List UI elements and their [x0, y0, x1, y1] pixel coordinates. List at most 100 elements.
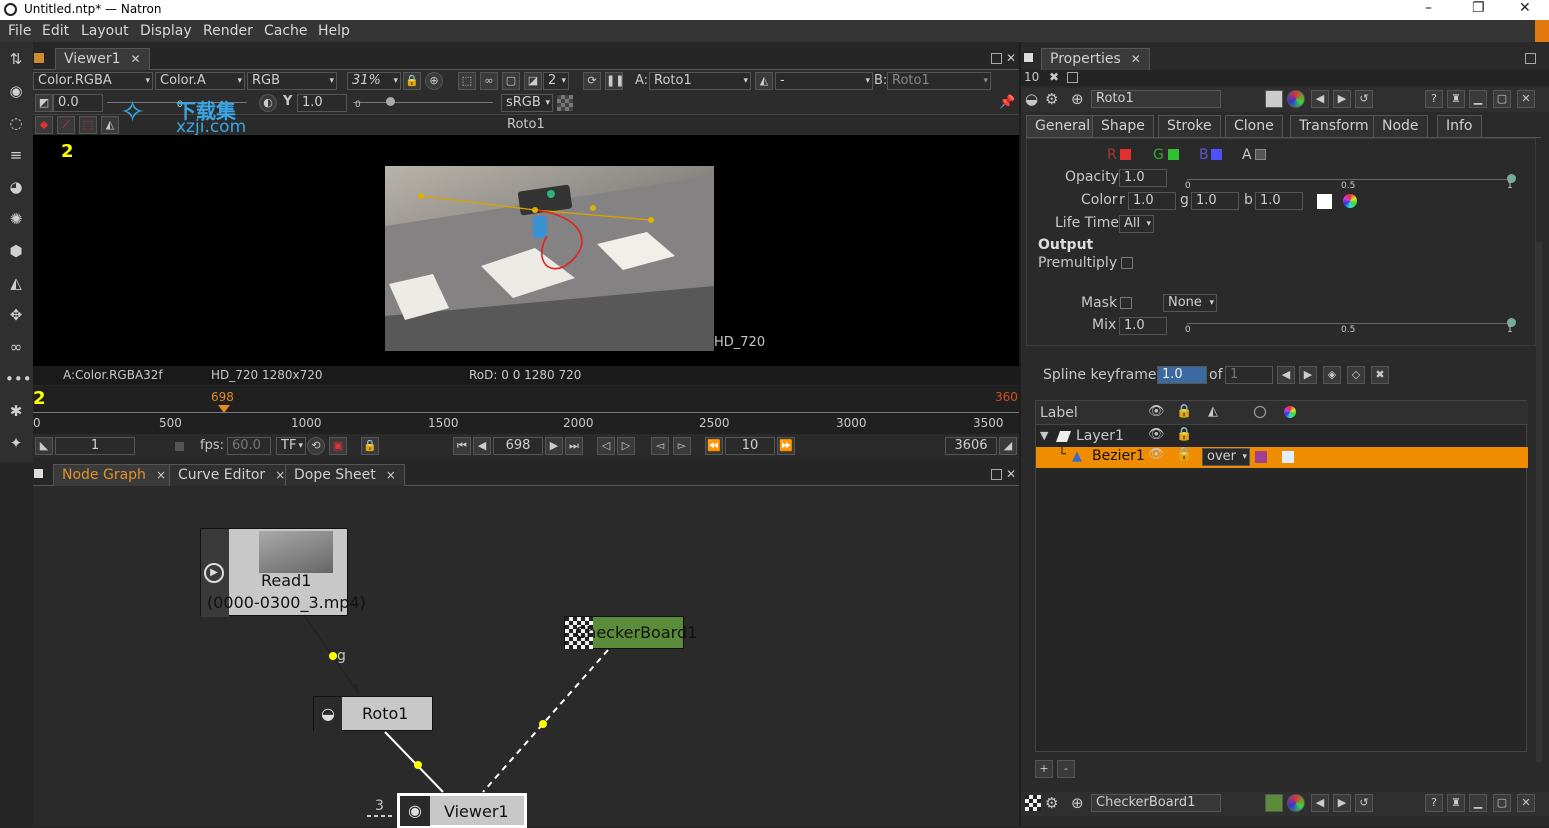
settings-icon[interactable]: ⚙: [1045, 90, 1058, 108]
close-button[interactable]: ✕: [1519, 0, 1531, 16]
fps-toggle[interactable]: [175, 442, 184, 451]
center-node-icon[interactable]: ⊕: [1071, 794, 1084, 812]
float-pane-icon[interactable]: [991, 469, 1002, 480]
read-node[interactable]: ▶ Read1 (0000-0300_3.mp4): [200, 528, 366, 617]
float-panel-icon[interactable]: ▢: [1493, 794, 1511, 812]
opacity-field[interactable]: 1.0: [1119, 169, 1167, 187]
set-out-point-icon[interactable]: ◢: [999, 437, 1017, 455]
merge-tool-icon[interactable]: ◭: [5, 272, 27, 294]
lock-icon[interactable]: 🔒: [1176, 447, 1192, 462]
increment-field[interactable]: 10: [725, 437, 775, 455]
float-pane-icon[interactable]: [991, 53, 1002, 64]
viewer-canvas[interactable]: 2 HD_720: [33, 135, 1019, 385]
clip-to-project-icon[interactable]: ⬚: [458, 72, 476, 90]
zoom-select[interactable]: 31%: [347, 72, 401, 90]
composite-mode-icon[interactable]: ◭: [755, 72, 773, 90]
restore-defaults-icon[interactable]: ↺: [1355, 794, 1373, 812]
float-panel-icon[interactable]: ▢: [1493, 90, 1511, 108]
undo-icon[interactable]: ◀: [1311, 794, 1329, 812]
pane-menu-icon[interactable]: [1023, 52, 1034, 63]
minimize-panel-icon[interactable]: ▁: [1469, 794, 1487, 812]
float-pane-icon[interactable]: [1525, 53, 1536, 64]
sync-lock-icon[interactable]: 🔒: [403, 72, 421, 90]
render-scale-icon[interactable]: ◪: [524, 72, 542, 90]
undo-icon[interactable]: ◀: [1311, 90, 1329, 108]
bezier-row[interactable]: └ ▲ Bezier1 👁 🔒 over: [1036, 447, 1528, 468]
menu-display[interactable]: Display: [140, 23, 192, 39]
playback-mode-select[interactable]: TF: [276, 437, 306, 455]
time-tool-icon[interactable]: ◌: [5, 112, 27, 134]
channels-select[interactable]: Color.RGBA: [33, 72, 153, 90]
image-tool-icon[interactable]: ◉: [5, 80, 27, 102]
set-in-point-icon[interactable]: ◣: [35, 437, 53, 455]
tab-info[interactable]: Info: [1437, 115, 1482, 137]
menu-help[interactable]: Help: [318, 23, 350, 39]
redo-icon[interactable]: ▶: [1333, 794, 1351, 812]
channel-tool-icon[interactable]: ≡: [5, 144, 27, 166]
tab-stroke[interactable]: Stroke: [1158, 115, 1221, 137]
hide-unmodified-icon[interactable]: ♜: [1447, 794, 1465, 812]
gamma-slider[interactable]: [353, 102, 493, 103]
minimize-panels-icon[interactable]: [1067, 72, 1078, 83]
input-a-select[interactable]: Roto1: [649, 72, 751, 90]
node-color-icon[interactable]: [1265, 90, 1283, 108]
menu-layout[interactable]: Layout: [81, 23, 129, 39]
channel-a-checkbox[interactable]: [1255, 149, 1266, 160]
tab-clone[interactable]: Clone: [1225, 115, 1283, 137]
checkerboard-toggle-icon[interactable]: [557, 95, 573, 111]
alpha-channel-select[interactable]: Color.A: [155, 72, 245, 90]
close-icon[interactable]: ×: [275, 468, 285, 482]
roto-node[interactable]: ◒ Roto1: [313, 696, 433, 731]
lock-icon[interactable]: 🔒: [1176, 427, 1192, 442]
gain-toggle-icon[interactable]: ◩: [35, 94, 53, 112]
channel-g-checkbox[interactable]: [1168, 149, 1179, 160]
settings-icon[interactable]: ⚙: [1045, 794, 1058, 812]
timeline[interactable]: 2 698 360 0 500 1000 1500 2000 2500 3000…: [33, 386, 1019, 434]
spline-keyframe-field[interactable]: 1.0: [1157, 366, 1207, 384]
filter-tool-icon[interactable]: ✺: [5, 208, 27, 230]
roto-feather-link-icon[interactable]: ⟋: [57, 116, 75, 134]
gamma-field[interactable]: 1.0: [297, 94, 347, 112]
channel-b-checkbox[interactable]: [1211, 149, 1222, 160]
play-forward-icon[interactable]: ▶: [545, 437, 563, 455]
close-icon[interactable]: ×: [156, 468, 166, 482]
tab-transform[interactable]: Transform: [1290, 115, 1378, 137]
expand-icon[interactable]: ▼: [1040, 429, 1048, 442]
transform-tool-icon[interactable]: ✥: [5, 304, 27, 326]
label-column-header[interactable]: Label: [1040, 405, 1078, 421]
roto-sticky-selection-icon[interactable]: ⬚: [79, 116, 97, 134]
tab-shape[interactable]: Shape: [1092, 115, 1154, 137]
play-backward-icon[interactable]: ◀: [473, 437, 491, 455]
overlay-color-icon[interactable]: [1287, 794, 1305, 812]
remove-item-button[interactable]: -: [1057, 760, 1075, 778]
region-of-interest-icon[interactable]: ▢: [502, 72, 520, 90]
tab-general[interactable]: General: [1026, 115, 1100, 137]
prev-frame-icon[interactable]: ◁: [597, 437, 615, 455]
channel-r-checkbox[interactable]: [1120, 149, 1131, 160]
first-frame-icon[interactable]: ⏮: [453, 437, 471, 455]
close-pane-icon[interactable]: ✕: [1006, 51, 1016, 65]
clear-panels-icon[interactable]: ✖: [1049, 70, 1059, 84]
color-b-field[interactable]: 1.0: [1255, 192, 1303, 210]
center-node-icon[interactable]: ⊕: [1071, 90, 1084, 108]
rewind-increment-icon[interactable]: ⏪: [705, 437, 723, 455]
color-g-field[interactable]: 1.0: [1191, 192, 1239, 210]
current-frame-field[interactable]: 698: [493, 437, 543, 455]
menu-file[interactable]: File: [8, 23, 31, 39]
remove-spline-keyframe-icon[interactable]: ◇: [1347, 366, 1365, 384]
roto-point[interactable]: [590, 205, 596, 211]
tab-properties[interactable]: Properties ✕: [1041, 48, 1150, 70]
fps-field[interactable]: 60.0: [227, 437, 271, 455]
colorspace-mode-select[interactable]: RGB: [247, 72, 337, 90]
gmic-tool-icon[interactable]: ✱: [5, 400, 27, 422]
hide-unmodified-icon[interactable]: ♜: [1447, 90, 1465, 108]
close-panel-icon[interactable]: ✕: [1517, 90, 1535, 108]
start-frame-field[interactable]: 1: [55, 437, 135, 455]
redo-icon[interactable]: ▶: [1333, 90, 1351, 108]
close-panel-icon[interactable]: ✕: [1517, 794, 1535, 812]
maximize-button[interactable]: ❐: [1472, 0, 1485, 16]
refresh-icon[interactable]: ⟳: [583, 72, 601, 90]
proxy-level-select[interactable]: 2: [543, 72, 569, 90]
move-tool-icon[interactable]: ⇅: [5, 48, 27, 70]
prev-spline-keyframe-icon[interactable]: ◀: [1277, 366, 1295, 384]
